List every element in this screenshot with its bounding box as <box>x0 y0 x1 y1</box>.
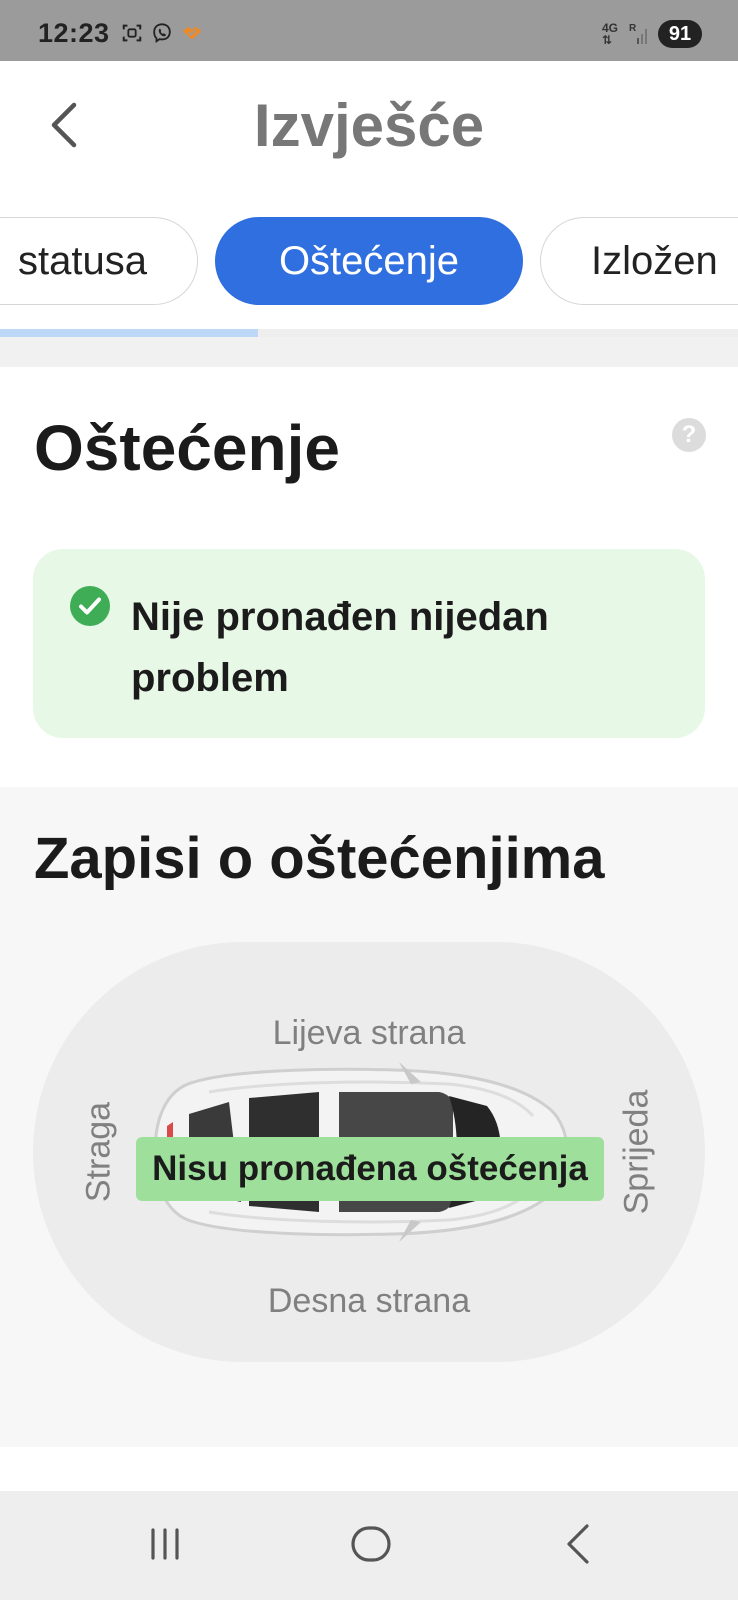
tab-scroll-indicator-fill <box>0 329 259 337</box>
damage-title: Oštećenje <box>34 412 340 484</box>
roaming-label: R <box>629 23 637 34</box>
status-bar: 12:23 4G ⇅ R 91 <box>0 0 738 61</box>
battery-indicator: 91 <box>658 20 702 48</box>
status-time: 12:23 <box>38 18 110 48</box>
damage-section: Oštećenje ? Nije pronađen nijedan proble… <box>0 367 738 787</box>
home-button[interactable] <box>331 1513 411 1575</box>
notification-icons <box>120 22 204 44</box>
no-damage-badge: Nisu pronađena oštećenja <box>136 1137 604 1201</box>
app-header: Izvješće <box>0 61 738 189</box>
tab-status[interactable]: statusa <box>0 217 198 305</box>
tab-scroll-indicator <box>0 329 738 337</box>
left-side-label: Lijeva strana <box>272 1014 466 1052</box>
front-label: Sprijeda <box>617 1089 656 1215</box>
damage-result-text: Nije pronađen nijedan problem <box>131 595 549 700</box>
check-circle-icon <box>70 586 110 626</box>
tab-exposure[interactable]: Izložen <box>540 217 738 305</box>
status-right: 4G ⇅ R 91 <box>602 20 702 48</box>
signal-icon: R <box>629 23 647 44</box>
network-label: 4G ⇅ <box>601 21 618 47</box>
right-side-label: Desna strana <box>267 1282 471 1320</box>
car-diagram: Lijeva strana Desna strana Straga Sprije… <box>33 942 705 1362</box>
system-nav-bar <box>0 1491 738 1600</box>
home-icon <box>351 1526 391 1562</box>
damage-result-box: Nije pronađen nijedan problem <box>33 549 705 738</box>
system-back-button[interactable] <box>538 1513 618 1575</box>
rear-label: Straga <box>79 1101 118 1203</box>
recents-icon <box>151 1528 179 1560</box>
app-notification-icon <box>182 26 202 40</box>
viber-icon <box>153 23 171 43</box>
tab-damage[interactable]: Oštećenje <box>215 217 523 305</box>
data-arrows-icon: ⇅ <box>601 33 613 47</box>
recents-button[interactable] <box>125 1513 205 1575</box>
screenshot-icon <box>122 24 142 42</box>
damage-records-section: Zapisi o oštećenjima Lijeva strana Desna… <box>0 787 738 1447</box>
tab-bar: statusa Oštećenje Izložen <box>0 189 738 321</box>
help-icon[interactable]: ? <box>672 418 706 452</box>
damage-records-title: Zapisi o oštećenjima <box>34 826 605 891</box>
back-icon <box>567 1524 589 1564</box>
screen: 12:23 4G ⇅ R 91 Izvješće statusa Oštećen… <box>0 0 738 1600</box>
section-divider <box>0 337 738 367</box>
page-title: Izvješće <box>253 92 485 159</box>
